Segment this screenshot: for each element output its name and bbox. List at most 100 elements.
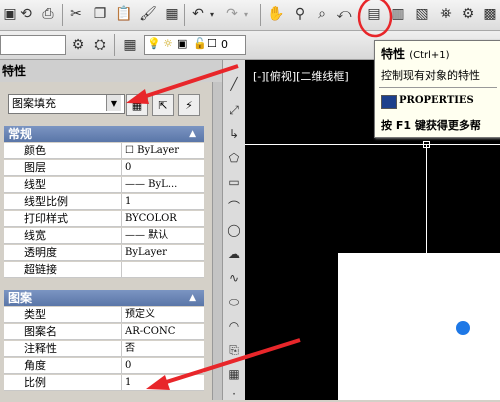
ellipse-icon[interactable]: ⬭ <box>226 294 242 310</box>
prop-row[interactable]: 角度 0 <box>4 358 204 375</box>
prop-row[interactable]: 类型 预定义 <box>4 307 204 324</box>
tooltip-help: 按 F1 键获得更多帮 <box>381 119 481 132</box>
prop-row[interactable]: 超链接 <box>4 262 204 279</box>
prop-key: 角度 <box>4 358 122 374</box>
prop-row[interactable]: 图案名 AR-CONC <box>4 324 204 341</box>
toggle-pickadd-icon[interactable]: ▦ <box>126 94 148 116</box>
chevron-down-icon[interactable]: ▼ <box>106 95 121 111</box>
prop-value[interactable]: —— ByL... <box>122 177 204 193</box>
make-block-icon[interactable]: ▦ <box>226 366 242 382</box>
prop-row-scale[interactable]: 比例 1 <box>4 375 204 392</box>
undo-dropdown-icon[interactable]: ▾ <box>202 4 222 24</box>
properties-tooltip: 特性 (Ctrl+1) 控制现有对象的特性 PROPERTIES 按 F1 键获… <box>374 40 500 138</box>
prop-row[interactable]: 线型比例 1 <box>4 194 204 211</box>
prop-row[interactable]: 颜色 ☐ ByLayer <box>4 143 204 160</box>
select-objects-icon[interactable]: ⇱ <box>152 94 174 116</box>
markup-icon[interactable]: ⚙ <box>458 4 478 24</box>
undo-history-icon[interactable]: ⟲ <box>16 4 36 24</box>
polygon-icon[interactable]: ⬠ <box>226 150 242 166</box>
workspace-settings-icon[interactable]: ⚙ <box>68 35 88 55</box>
cut-icon[interactable]: ✂ <box>66 4 86 24</box>
layer-name: 0 <box>221 38 228 51</box>
prop-key: 打印样式 <box>4 211 122 227</box>
prop-key: 线型 <box>4 177 122 193</box>
construction-line-icon[interactable]: ⤢ <box>226 102 242 118</box>
zoom-previous-icon[interactable]: ⤺ <box>334 4 354 24</box>
collapse-icon[interactable]: ▲ <box>189 290 196 306</box>
prop-row[interactable]: 打印样式 BYCOLOR <box>4 211 204 228</box>
workspace-gear-icon[interactable]: ⛭ <box>90 35 110 55</box>
revcloud-icon[interactable]: ☁ <box>226 246 242 262</box>
grip-point[interactable] <box>456 321 470 335</box>
prop-key: 注释性 <box>4 341 122 357</box>
prop-value[interactable]: —— 默认 <box>122 228 204 244</box>
line-icon[interactable]: ╱ <box>226 76 242 92</box>
spline-icon[interactable]: ∿ <box>226 270 242 286</box>
layer-dropdown[interactable]: 💡 ☼ ▣ 🔓 ☐ 0 <box>144 35 246 55</box>
section-hatch-header[interactable]: 图案 ▲ <box>4 290 204 306</box>
command-icon <box>381 95 397 109</box>
prop-key: 超链接 <box>4 262 122 278</box>
zoom-realtime-icon[interactable]: ⚲ <box>290 4 310 24</box>
prop-row[interactable]: 透明度 ByLayer <box>4 245 204 262</box>
separator <box>260 4 261 26</box>
copy-icon[interactable]: ❐ <box>90 4 110 24</box>
zoom-window-icon[interactable]: ⌕ <box>312 4 332 24</box>
paste-icon[interactable]: 📋 <box>114 4 134 24</box>
calculator-icon[interactable]: ▩ <box>480 4 500 24</box>
collapse-icon[interactable]: ▲ <box>189 126 196 142</box>
prop-value[interactable]: 1 <box>122 375 204 391</box>
prop-key: 比例 <box>4 375 122 391</box>
prop-key: 线宽 <box>4 228 122 244</box>
layer-manager-icon[interactable]: ▦ <box>120 35 140 55</box>
sheet-set-icon[interactable]: ⛯ <box>436 4 456 24</box>
tooltip-command: PROPERTIES <box>399 95 474 106</box>
prop-row[interactable]: 图层 0 <box>4 160 204 177</box>
workspace-dropdown[interactable] <box>0 35 66 55</box>
prop-value[interactable]: 0 <box>122 160 204 176</box>
section-general-title: 常规 <box>8 127 33 141</box>
design-center-icon[interactable]: ▥ <box>388 4 408 24</box>
prop-value[interactable] <box>122 262 204 278</box>
prop-row[interactable]: 线宽 —— 默认 <box>4 228 204 245</box>
rectangle-icon[interactable]: ▭ <box>226 174 242 190</box>
redo-dropdown-icon[interactable]: ▾ <box>236 4 256 24</box>
prop-key: 透明度 <box>4 245 122 261</box>
prop-value[interactable]: 0 <box>122 358 204 374</box>
prop-key: 图层 <box>4 160 122 176</box>
polyline-icon[interactable]: ↳ <box>226 126 242 142</box>
prop-row[interactable]: 线型 —— ByL... <box>4 177 204 194</box>
circle-icon[interactable]: ◯ <box>226 222 242 238</box>
separator <box>114 34 115 56</box>
insert-block-icon[interactable]: ⎘ <box>226 342 242 358</box>
prop-value[interactable]: ByLayer <box>122 245 204 261</box>
prop-key: 类型 <box>4 307 122 323</box>
palette-title: 特性 <box>0 60 232 82</box>
section-general-header[interactable]: 常规 ▲ <box>4 126 204 142</box>
prop-value[interactable]: BYCOLOR <box>122 211 204 227</box>
separator <box>184 4 185 26</box>
quick-select-icon[interactable]: ⚡ <box>178 94 200 116</box>
prop-value[interactable]: AR-CONC <box>122 324 204 340</box>
prop-row[interactable]: 注释性否 <box>4 341 204 358</box>
print-icon[interactable]: ⎙ <box>38 4 58 24</box>
viewport-label[interactable]: [-][俯视][二维线框] <box>253 68 349 84</box>
prop-value[interactable]: 预定义 <box>122 307 204 323</box>
prop-value[interactable]: ☐ ByLayer <box>122 143 204 159</box>
separator <box>62 4 63 26</box>
pan-icon[interactable]: ✋ <box>266 4 286 24</box>
arc-icon[interactable]: ⌒ <box>226 198 242 214</box>
viewport-freeze-icon: ▣ <box>177 37 188 50</box>
bulb-icon: 💡 <box>147 37 161 50</box>
hatch-object[interactable] <box>338 253 500 400</box>
properties-icon[interactable]: ▤ <box>364 4 384 24</box>
tooltip-divider <box>379 87 497 88</box>
block-editor-icon[interactable]: ▦ <box>162 4 182 24</box>
section-hatch-title: 图案 <box>8 291 33 305</box>
prop-value[interactable]: 否 <box>122 341 204 357</box>
tool-palettes-icon[interactable]: ▧ <box>412 4 432 24</box>
properties-palette: 特性 图案填充 ▼ ▦ ⇱ ⚡ 常规 ▲ 颜色 ☐ ByLayer 图层 0 线型 —… <box>0 60 241 400</box>
prop-value[interactable]: 1 <box>122 194 204 210</box>
ellipse-arc-icon[interactable]: ◠ <box>226 318 242 334</box>
match-properties-icon[interactable]: 🖌 <box>138 4 158 24</box>
